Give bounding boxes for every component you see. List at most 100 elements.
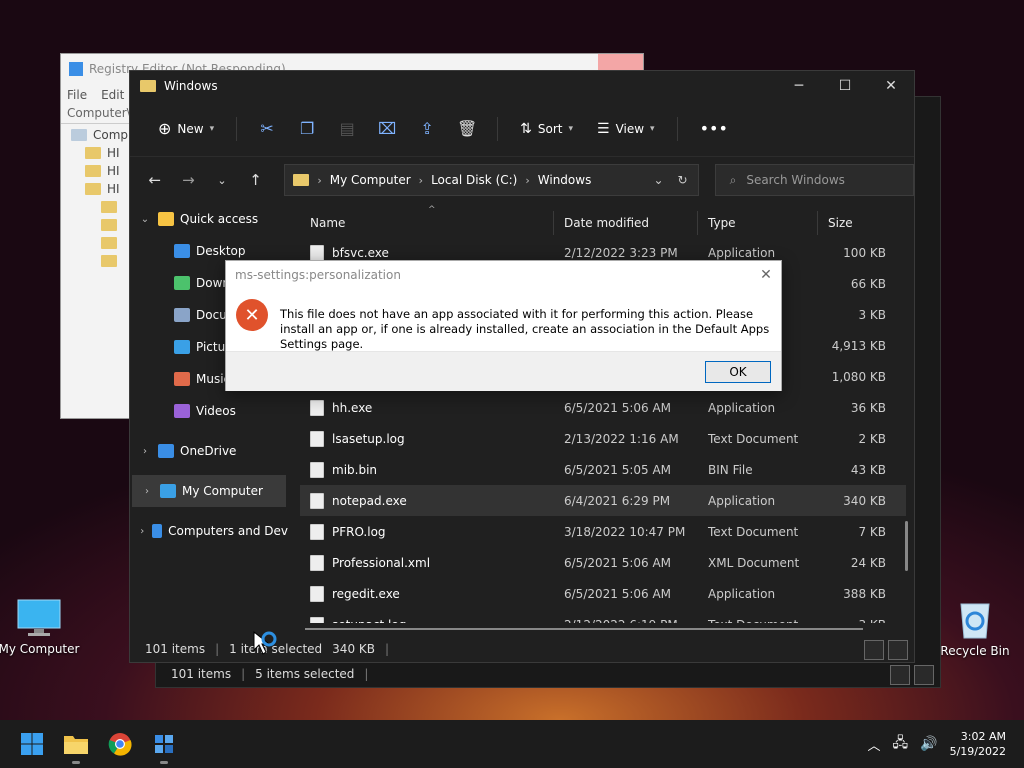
file-row[interactable]: mib.bin 6/5/2021 5:05 AM BIN File 43 KB [300, 454, 906, 485]
folder-icon [101, 219, 117, 231]
minimize-button[interactable]: ─ [776, 71, 822, 101]
system-tray: ︿ 🖧 🔊 3:02 AM 5/19/2022 [868, 729, 1024, 759]
file-size: 4,913 KB [831, 338, 886, 353]
file-type: Text Document [698, 618, 818, 624]
forward-button[interactable]: → [174, 165, 204, 195]
file-size: 66 KB [850, 276, 886, 291]
file-row[interactable]: PFRO.log 3/18/2022 10:47 PM Text Document 7… [300, 516, 906, 547]
details-view-button[interactable] [864, 640, 884, 660]
status-bar: 101 items | 1 item selected 340 KB | [145, 642, 390, 656]
taskbar-file-explorer[interactable] [54, 722, 98, 766]
error-icon: ✕ [236, 299, 268, 331]
network-icon [152, 524, 163, 538]
file-icon [310, 554, 324, 571]
file-row[interactable]: hh.exe 6/5/2021 5:06 AM Application 36 KB [300, 392, 906, 423]
taskbar-chrome[interactable] [98, 722, 142, 766]
breadcrumb-local-disk[interactable]: Local Disk (C:) [431, 173, 517, 187]
file-icon [310, 244, 324, 261]
file-icon [310, 523, 324, 540]
explorer-titlebar[interactable]: Windows ─ ☐ ✕ [130, 71, 914, 101]
sidebar-item[interactable]: › OneDrive [130, 435, 288, 467]
desktop-my-computer[interactable]: My Computer [0, 598, 84, 656]
dialog-close-button[interactable]: ✕ [751, 267, 781, 283]
share-icon: ⇪ [420, 119, 434, 138]
file-size: 43 KB [850, 462, 886, 477]
back-button[interactable]: ← [140, 165, 170, 195]
column-size[interactable]: Size [818, 211, 896, 235]
rename-button[interactable]: ⌧ [371, 113, 403, 145]
file-type: Text Document [708, 524, 799, 539]
file-type: Application [708, 400, 776, 415]
taskbar-registry-editor[interactable] [142, 722, 186, 766]
search-input[interactable]: Search Windows [746, 173, 845, 187]
dialog-titlebar[interactable]: ms-settings:personalization ✕ [226, 261, 781, 289]
file-row[interactable]: Professional.xml 6/5/2021 5:06 AM XML Docu… [300, 547, 906, 578]
desktop-recycle-bin[interactable]: Recycle Bin [930, 598, 1020, 658]
address-history-button[interactable]: ⌄ [653, 173, 663, 187]
sidebar-item[interactable]: › Computers and Dev [130, 515, 288, 547]
close-button[interactable]: ✕ [868, 71, 914, 101]
rename-icon: ⌧ [377, 119, 397, 138]
chevron-right-icon[interactable]: › [138, 446, 152, 457]
toolbar-divider [497, 116, 499, 141]
horizontal-scrollbar[interactable] [305, 628, 863, 630]
chevron-right-icon[interactable]: › [138, 526, 146, 537]
breadcrumb-windows[interactable]: Windows [538, 173, 592, 187]
network-icon[interactable]: 🖧 [893, 732, 909, 756]
details-view-button[interactable] [890, 665, 910, 685]
volume-icon[interactable]: 🔊 [920, 736, 937, 752]
file-row[interactable]: notepad.exe 6/4/2021 6:29 PM Application 34… [300, 485, 906, 516]
paste-button[interactable]: ▤ [331, 113, 363, 145]
view-buttons [864, 640, 908, 660]
sort-label: Sort [537, 121, 563, 136]
dialog-footer: OK [226, 351, 781, 391]
column-type[interactable]: Type [698, 211, 818, 235]
sidebar-item[interactable]: › My Computer [132, 475, 286, 507]
refresh-button[interactable]: ↻ [678, 173, 688, 187]
sort-ascending-icon: ^ [428, 205, 436, 215]
file-row[interactable]: setupact.log 2/12/2022 6:19 PMText Docume… [300, 609, 906, 623]
more-options-button[interactable]: ••• [692, 113, 736, 145]
chevron-up-icon[interactable]: ︿ [868, 735, 881, 754]
command-bar: ⊕ New ▾ ✂ ❐ ▤ ⌧ ⇪ 🗑 ⇅ Sort ▾ ☰ View ▾ ••… [130, 101, 914, 157]
vertical-scrollbar[interactable] [905, 521, 908, 571]
file-size: 100 KB [843, 245, 886, 260]
error-dialog[interactable]: ms-settings:personalization ✕ ✕ This fil… [225, 260, 782, 391]
breadcrumb-my-computer[interactable]: My Computer [330, 173, 411, 187]
sidebar-item[interactable]: Videos [130, 395, 288, 427]
clock[interactable]: 3:02 AM 5/19/2022 [950, 729, 1006, 759]
sort-button[interactable]: ⇅ Sort ▾ [512, 113, 581, 145]
sidebar-item[interactable]: ⌄ Quick access [130, 203, 288, 235]
search-box[interactable]: ⌕ Search Windows [714, 164, 914, 196]
file-type: Application [708, 245, 776, 260]
column-date-modified[interactable]: Date modified [554, 211, 698, 235]
file-row[interactable]: regedit.exe 6/5/2021 5:06 AM Application 38… [300, 578, 906, 609]
cut-button[interactable]: ✂ [251, 113, 283, 145]
clock-date: 5/19/2022 [949, 745, 1006, 758]
status-size: 340 KB [332, 642, 375, 656]
delete-button[interactable]: 🗑 [451, 113, 483, 145]
column-name[interactable]: Name [300, 211, 554, 235]
tiles-view-button[interactable] [888, 640, 908, 660]
start-button[interactable] [10, 722, 54, 766]
busy-cursor-icon [253, 630, 277, 655]
registry-menu-file[interactable]: File [67, 88, 87, 102]
ok-button[interactable]: OK [705, 360, 771, 383]
up-button[interactable]: ↑ [241, 165, 271, 195]
address-box[interactable]: › My Computer › Local Disk (C:) › Window… [284, 164, 699, 196]
recent-locations-button[interactable]: ⌄ [207, 165, 237, 195]
chevron-down-icon[interactable]: ⌄ [138, 214, 152, 225]
chevron-right-icon[interactable]: › [140, 486, 154, 497]
file-date: 6/4/2021 6:29 PM [564, 493, 671, 508]
folder-icon [85, 183, 101, 195]
copy-button[interactable]: ❐ [291, 113, 323, 145]
registry-menu-edit[interactable]: Edit [101, 88, 124, 102]
chrome-icon [108, 733, 132, 756]
share-button[interactable]: ⇪ [411, 113, 443, 145]
view-button[interactable]: ☰ View ▾ [589, 113, 663, 145]
new-button[interactable]: ⊕ New ▾ [150, 113, 222, 145]
tiles-view-button[interactable] [914, 665, 934, 685]
maximize-button[interactable]: ☐ [822, 71, 868, 101]
folder-icon [140, 80, 156, 92]
file-row[interactable]: lsasetup.log 2/13/2022 1:16 AM Text Docume… [300, 423, 906, 454]
